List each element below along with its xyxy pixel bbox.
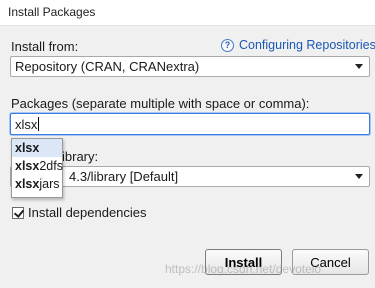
chevron-down-icon [355,64,363,69]
install-button[interactable]: Install [205,249,282,275]
cancel-button[interactable]: Cancel [292,249,369,275]
install-from-label: Install from: [11,39,79,54]
install-dependencies-row[interactable]: Install dependencies [12,205,147,220]
install-dependencies-checkbox[interactable] [12,206,24,219]
suggestion-item[interactable]: xlsx2dfs [12,157,63,175]
autocomplete-dropdown: xlsx xlsx2dfs xlsxjars [11,138,63,198]
configuring-repositories-link[interactable]: ? Configuring Repositories [221,38,375,52]
suggestion-item[interactable]: xlsxjars [12,175,62,193]
configuring-repositories-text: Configuring Repositories [239,38,375,52]
library-select[interactable]: 4.3/library [Default] [10,166,370,187]
packages-label: Packages (separate multiple with space o… [11,96,310,111]
question-icon: ? [221,38,234,52]
library-label: ibrary: [62,149,99,164]
chevron-down-icon [355,174,363,179]
install-from-select[interactable]: Repository (CRAN, CRANextra) [10,56,370,77]
install-packages-dialog: Install Packages Install from: ? Configu… [0,0,375,288]
title-bar: Install Packages [0,0,375,26]
suggestion-item[interactable]: xlsx [12,139,62,157]
install-from-value: Repository (CRAN, CRANextra) [15,59,200,74]
text-caret [38,117,40,131]
packages-input-value: xlsx [15,116,38,132]
window-title: Install Packages [8,5,96,19]
packages-input[interactable]: xlsx [10,113,370,135]
install-dependencies-label: Install dependencies [28,205,147,220]
